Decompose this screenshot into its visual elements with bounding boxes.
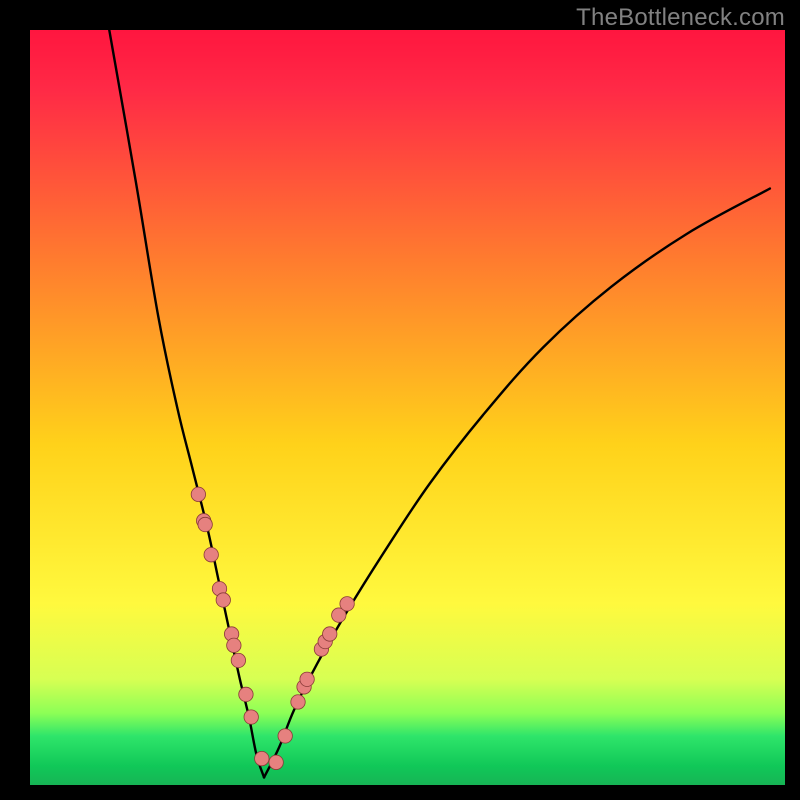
sample-dot	[216, 593, 230, 607]
chart-frame: TheBottleneck.com	[0, 0, 800, 800]
sample-dot	[291, 695, 305, 709]
sample-dot	[255, 751, 269, 765]
sample-dot	[204, 548, 218, 562]
bottleneck-chart	[0, 0, 800, 800]
sample-dot	[239, 687, 253, 701]
sample-dot	[198, 517, 212, 531]
plot-area	[30, 30, 785, 785]
watermark-text: TheBottleneck.com	[576, 4, 785, 32]
sample-dot	[191, 487, 205, 501]
sample-dot	[231, 653, 245, 667]
sample-dot	[278, 729, 292, 743]
sample-dot	[227, 638, 241, 652]
sample-dot	[340, 597, 354, 611]
sample-dot	[300, 672, 314, 686]
sample-dot	[269, 755, 283, 769]
sample-dot	[244, 710, 258, 724]
sample-dot	[323, 627, 337, 641]
